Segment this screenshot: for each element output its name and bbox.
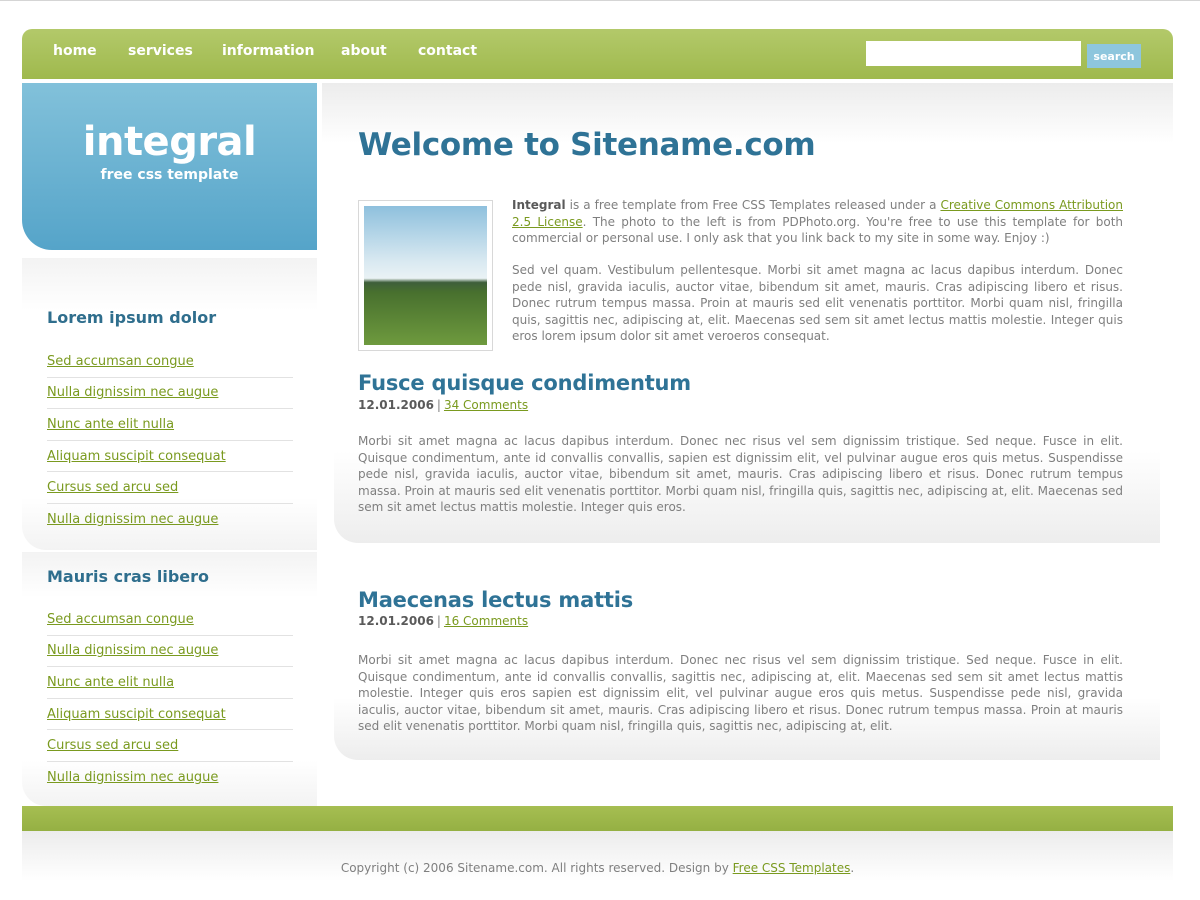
list-item: Nulla dignissim nec augue [47,378,293,410]
nav-home[interactable]: home [53,43,97,59]
search-input[interactable] [866,41,1081,66]
sidebar-link[interactable]: Nulla dignissim nec augue [47,512,218,527]
meta-separator: | [436,614,441,628]
intro-text: . The photo to the left is from PDPhoto.… [512,214,1124,246]
sidebar-link[interactable]: Nulla dignissim nec augue [47,385,218,400]
post-date: 12.01.2006 [358,398,434,412]
nav-about[interactable]: about [341,43,387,59]
list-item: Sed accumsan congue [47,604,293,636]
site-logo-subtitle: free css template [100,167,239,183]
comments-link[interactable]: 16 Comments [444,614,528,628]
sidebar-link[interactable]: Nunc ante elit nulla [47,417,174,432]
comments-link[interactable]: 34 Comments [444,398,528,412]
copyright-end: . [850,861,855,875]
list-item: Nulla dignissim nec augue [47,636,293,668]
nav-contact[interactable]: contact [418,43,477,59]
post-meta: 12.01.2006 | 34 Comments [358,398,528,412]
copyright-text: Copyright (c) 2006 Sitename.com. All rig… [340,861,733,875]
list-item: Aliquam suscipit consequat [47,441,293,473]
list-item: Cursus sed arcu sed [47,730,293,762]
intro-brand: Integral [512,198,566,212]
sidebar-heading: Lorem ipsum dolor [47,308,217,327]
site-logo-title: integral [82,119,257,165]
list-item: Cursus sed arcu sed [47,472,293,504]
list-item: Aliquam suscipit consequat [47,699,293,731]
sidebar-link[interactable]: Nulla dignissim nec augue [47,643,218,658]
sidebar-link[interactable]: Nunc ante elit nulla [47,675,174,690]
sidebar-heading: Mauris cras libero [47,567,209,586]
intro-text: is a free template from Free CSS Templat… [565,198,941,212]
post-meta: 12.01.2006 | 16 Comments [358,614,528,628]
search-button[interactable]: search [1087,44,1141,68]
list-item: Nulla dignissim nec augue [47,762,293,794]
meta-separator: | [436,398,441,412]
sidebar-link[interactable]: Cursus sed arcu sed [47,480,178,495]
footer-copyright: Copyright (c) 2006 Sitename.com. All rig… [22,861,1173,875]
sidebar-link[interactable]: Sed accumsan congue [47,354,194,369]
sidebar-link-list: Sed accumsan congue Nulla dignissim nec … [47,346,293,536]
logo-box: integral free css template [22,83,317,250]
sidebar-link[interactable]: Aliquam suscipit consequat [47,449,226,464]
nav-information[interactable]: information [222,43,315,59]
page-title: Welcome to Sitename.com [358,127,816,163]
design-credit-link[interactable]: Free CSS Templates [733,861,851,875]
footer-bar [22,806,1173,831]
intro-paragraph: Integral is a free template from Free CS… [512,197,1123,247]
photo-image [364,206,487,345]
sidebar-section-2: Mauris cras libero Sed accumsan congue N… [22,552,317,806]
post-body: Morbi sit amet magna ac lacus dapibus in… [358,434,1123,515]
sidebar-link[interactable]: Sed accumsan congue [47,612,194,627]
top-navigation: home services information about contact … [22,29,1173,79]
list-item: Sed accumsan congue [47,346,293,378]
sidebar-link[interactable]: Nulla dignissim nec augue [47,770,218,785]
post-title: Maecenas lectus mattis [358,588,634,612]
landscape-photo [358,200,493,351]
sidebar-link[interactable]: Aliquam suscipit consequat [47,707,226,722]
post-date: 12.01.2006 [358,614,434,628]
post-title: Fusce quisque condimentum [358,371,691,395]
post-body: Morbi sit amet magna ac lacus dapibus in… [358,653,1123,734]
list-item: Nulla dignissim nec augue [47,504,293,536]
sidebar-link-list: Sed accumsan congue Nulla dignissim nec … [47,604,293,794]
list-item: Nunc ante elit nulla [47,667,293,699]
sidebar-section-1: Lorem ipsum dolor Sed accumsan congue Nu… [22,258,317,550]
list-item: Nunc ante elit nulla [47,409,293,441]
top-rule [0,0,1200,1]
sidebar-link[interactable]: Cursus sed arcu sed [47,738,178,753]
intro-paragraph-2: Sed vel quam. Vestibulum pellentesque. M… [512,263,1123,344]
nav-services[interactable]: services [128,43,193,59]
